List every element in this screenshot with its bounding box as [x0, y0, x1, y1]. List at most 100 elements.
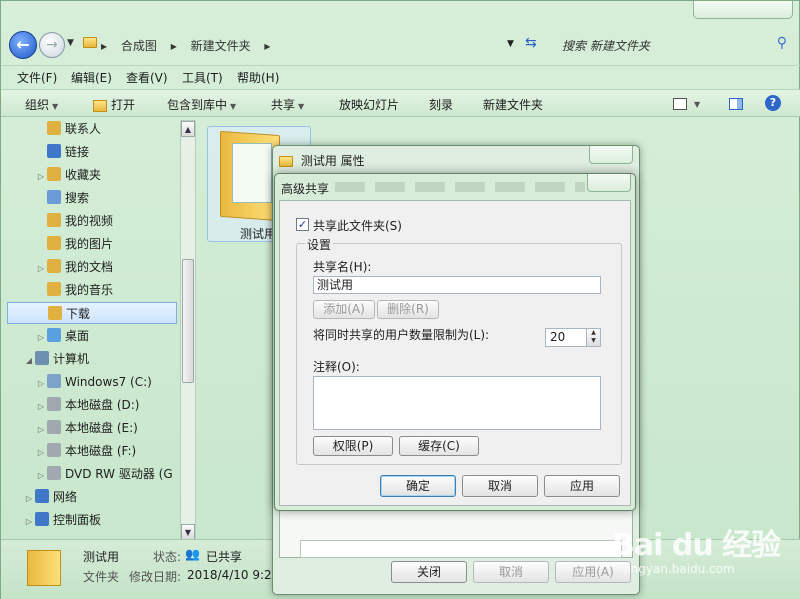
sidebar-item[interactable]: ▷ 本地磁盘 (E:): [7, 417, 177, 439]
user-limit-stepper[interactable]: 20 ▲ ▼: [545, 328, 601, 347]
expand-arrow-icon[interactable]: ▷: [35, 327, 47, 347]
expand-arrow-icon[interactable]: ▷: [35, 419, 47, 439]
sidebar-item-label: 网络: [53, 490, 78, 504]
sidebar-item[interactable]: 链接: [7, 141, 177, 163]
menu-tools[interactable]: 工具(T): [182, 69, 223, 86]
folder-icon: [47, 236, 61, 250]
help-icon[interactable]: ?: [765, 95, 781, 111]
sidebar-item[interactable]: ▷ 控制面板: [7, 509, 177, 531]
sidebar-item[interactable]: 下载: [7, 302, 177, 324]
dialog-title: 测试用 属性: [279, 152, 365, 169]
close-button[interactable]: [587, 174, 631, 192]
scroll-thumb[interactable]: [182, 259, 194, 383]
scroll-down-icon[interactable]: ▼: [181, 524, 195, 540]
cancel-button[interactable]: 取消: [462, 475, 538, 497]
sidebar-item[interactable]: ▷ 本地磁盘 (F:): [7, 440, 177, 462]
menu-view[interactable]: 查看(V): [126, 69, 168, 86]
document-preview-icon: [232, 143, 272, 203]
folder-icon: [47, 328, 61, 342]
sidebar-item[interactable]: ▷ Windows7 (C:): [7, 371, 177, 393]
menu-edit[interactable]: 编辑(E): [71, 69, 112, 86]
preview-pane-button[interactable]: [729, 96, 747, 110]
close-button[interactable]: [589, 146, 633, 164]
permissions-button[interactable]: 权限(P): [313, 436, 393, 456]
share-name-input[interactable]: 测试用: [313, 276, 601, 294]
sidebar-item-label: 收藏夹: [65, 168, 102, 182]
sidebar-item[interactable]: ▷ DVD RW 驱动器 (G: [7, 463, 177, 485]
new-folder-button[interactable]: 新建文件夹: [483, 96, 543, 113]
properties-cancel-button[interactable]: 取消: [473, 561, 549, 583]
sidebar-item[interactable]: 我的图片: [7, 233, 177, 255]
sidebar-item[interactable]: ▷ 桌面: [7, 325, 177, 347]
breadcrumb-item[interactable]: 合成图: [121, 39, 157, 53]
spin-arrows-icon[interactable]: ▲ ▼: [586, 329, 600, 346]
sidebar-item-label: 搜索: [65, 191, 90, 205]
search-input[interactable]: 搜索 新建文件夹: [562, 37, 650, 54]
sidebar-item[interactable]: ◢ 计算机: [7, 348, 177, 370]
expand-arrow-icon[interactable]: ◢: [23, 350, 35, 370]
file-name: 测试用: [240, 227, 277, 241]
remove-share-button[interactable]: 删除(R): [377, 300, 439, 319]
chevron-down-icon: ▼: [694, 100, 701, 109]
share-folder-checkbox[interactable]: ✓: [296, 218, 309, 231]
menu-help[interactable]: 帮助(H): [237, 69, 279, 86]
folder-icon: [83, 37, 97, 48]
user-limit-label: 将同时共享的用户数量限制为(L):: [313, 328, 490, 342]
chevron-down-icon: ▼: [298, 102, 305, 111]
sidebar-item-label: 联系人: [65, 122, 102, 136]
include-in-library-button[interactable]: 包含到库中 ▼: [167, 96, 236, 113]
recent-pages-dropdown[interactable]: ▼: [67, 38, 74, 48]
sidebar-item[interactable]: ▷ 收藏夹: [7, 164, 177, 186]
menu-bar: 文件(F) 编辑(E) 查看(V) 工具(T) 帮助(H): [1, 65, 800, 87]
advanced-sharing-body: ✓ 共享此文件夹(S) 设置 共享名(H): 测试用 添加(A) 删除(R) 将…: [279, 200, 631, 506]
sidebar-item[interactable]: ▷ 本地磁盘 (D:): [7, 394, 177, 416]
sidebar-item[interactable]: 联系人: [7, 118, 177, 140]
details-state-value: 已共享: [206, 550, 243, 564]
expand-arrow-icon[interactable]: ▷: [23, 511, 35, 531]
view-options-button[interactable]: ▼: [673, 96, 700, 110]
watermark: Bai du 经验 jingyan.baidu.com: [612, 510, 792, 590]
breadcrumb-item[interactable]: 新建文件夹: [191, 39, 251, 53]
slideshow-button[interactable]: 放映幻灯片: [339, 96, 399, 113]
expand-arrow-icon[interactable]: ▷: [35, 166, 47, 186]
sidebar-item[interactable]: ▷ 我的文档: [7, 256, 177, 278]
sidebar-item[interactable]: ▷ 网络: [7, 486, 177, 508]
search-icon[interactable]: ⚲: [777, 35, 787, 51]
expand-arrow-icon[interactable]: ▷: [35, 373, 47, 393]
apply-button[interactable]: 应用: [544, 475, 620, 497]
refresh-icon[interactable]: ⇆: [525, 35, 537, 51]
back-button[interactable]: ←: [9, 31, 37, 59]
sidebar-item-label: Windows7 (C:): [65, 375, 152, 389]
close-dialog-button[interactable]: 关闭: [391, 561, 467, 583]
sidebar-item[interactable]: 我的视频: [7, 210, 177, 232]
sidebar-item[interactable]: 搜索: [7, 187, 177, 209]
nav-scrollbar[interactable]: ▲ ▼: [180, 120, 196, 541]
expand-arrow-icon[interactable]: ▷: [35, 465, 47, 485]
add-share-button[interactable]: 添加(A): [313, 300, 375, 319]
chevron-down-icon[interactable]: ▼: [507, 39, 514, 49]
share-button[interactable]: 共享 ▼: [271, 96, 304, 113]
sidebar-item[interactable]: 我的音乐: [7, 279, 177, 301]
organize-button[interactable]: 组织 ▼: [25, 96, 58, 113]
sidebar-item-label: 桌面: [65, 329, 90, 343]
expand-arrow-icon[interactable]: ▷: [23, 488, 35, 508]
comment-label: 注释(O):: [313, 360, 360, 374]
breadcrumb[interactable]: ▸ 合成图 ▸ 新建文件夹 ▸: [101, 37, 280, 54]
expand-arrow-icon[interactable]: ▷: [35, 258, 47, 278]
scroll-up-icon[interactable]: ▲: [181, 121, 195, 137]
window-controls[interactable]: [693, 1, 793, 19]
forward-button[interactable]: →: [39, 32, 65, 58]
expand-arrow-icon[interactable]: ▷: [35, 396, 47, 416]
folder-icon: [47, 374, 61, 388]
comment-textarea[interactable]: [313, 376, 601, 430]
open-button[interactable]: 打开: [93, 96, 135, 113]
burn-button[interactable]: 刻录: [429, 96, 453, 113]
ok-button[interactable]: 确定: [380, 475, 456, 497]
expand-arrow-icon[interactable]: ▷: [35, 442, 47, 462]
checkmark-icon: ✓: [297, 218, 308, 231]
details-modified-label: 修改日期:: [129, 570, 182, 584]
menu-file[interactable]: 文件(F): [17, 69, 57, 86]
command-bar: 组织 ▼ 打开 包含到库中 ▼ 共享 ▼ 放映幻灯片 刻录 新建文件夹 ▼ ?: [1, 89, 800, 117]
share-folder-label[interactable]: 共享此文件夹(S): [313, 217, 402, 234]
caching-button[interactable]: 缓存(C): [399, 436, 479, 456]
